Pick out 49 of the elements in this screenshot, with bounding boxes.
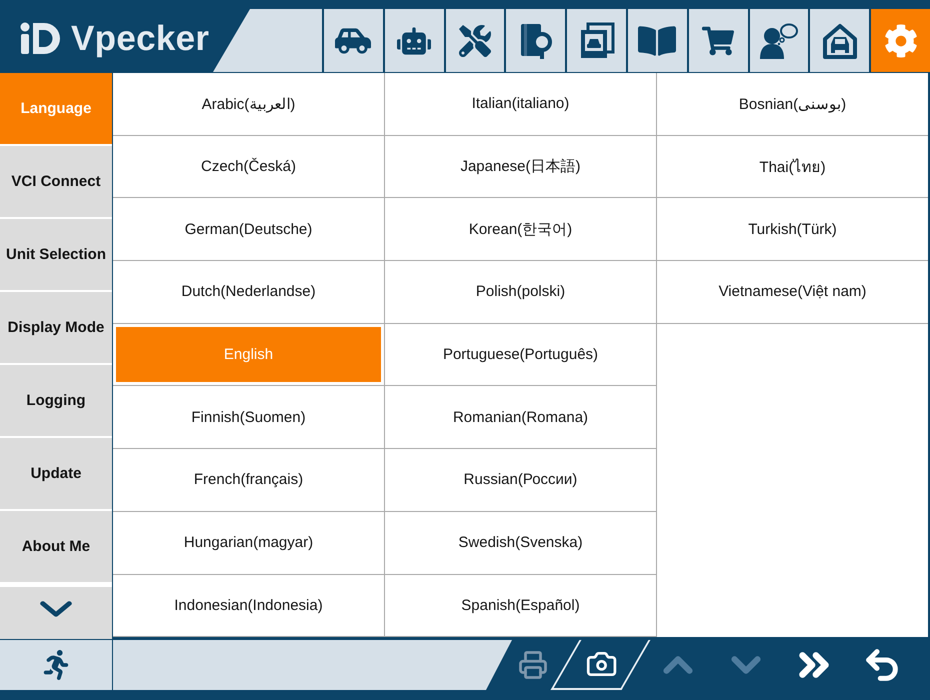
car-photo-icon — [578, 22, 615, 60]
language-option[interactable]: Arabic(العربية) — [116, 76, 381, 132]
language-option[interactable]: Bosnian(بوسنى) — [660, 76, 925, 132]
language-option[interactable]: Thai(ไทย) — [660, 138, 925, 194]
sidebar-item[interactable]: VCI Connect — [0, 146, 112, 217]
toolbar-tab[interactable] — [506, 9, 566, 72]
language-option[interactable]: Vietnamese(Việt nam) — [660, 264, 925, 320]
language-option[interactable]: Indonesian(Indonesia) — [116, 578, 381, 634]
settings-icon — [884, 24, 918, 58]
language-option[interactable]: Romanian(Romana) — [388, 389, 653, 446]
toolbar-tab[interactable] — [446, 9, 504, 72]
sidebar-item[interactable]: Unit Selection — [0, 219, 112, 290]
language-option[interactable]: Dutch(Nederlandse) — [116, 264, 381, 320]
toolbar-tab[interactable] — [324, 9, 383, 72]
person-thought-icon — [758, 22, 799, 60]
language-option[interactable]: Spanish(Español) — [388, 578, 653, 634]
toolbar-tab[interactable] — [750, 9, 808, 72]
book-magnifier-icon — [518, 22, 553, 60]
printer-icon — [518, 650, 548, 680]
toolbar-tab[interactable] — [688, 9, 748, 72]
language-option[interactable]: Polish(polski) — [388, 264, 653, 320]
camera-button[interactable] — [550, 640, 650, 690]
sidebar-item[interactable]: Logging — [0, 365, 112, 436]
language-option[interactable]: Japanese(日本語) — [388, 138, 653, 194]
toolbar-tab[interactable] — [628, 9, 687, 72]
language-option[interactable]: Portuguese(Português) — [388, 326, 653, 382]
toolbar-tab[interactable] — [384, 9, 444, 72]
language-option[interactable]: Turkish(Türk) — [660, 201, 925, 258]
tools-icon — [458, 24, 491, 56]
sidebar-item[interactable]: Update — [0, 438, 112, 509]
toolbar-tab[interactable] — [810, 9, 870, 72]
language-option[interactable]: Hungarian(magyar) — [116, 514, 381, 570]
language-option[interactable]: Swedish(Svenska) — [388, 514, 653, 570]
language-option[interactable]: French(français) — [116, 452, 381, 508]
toolbar-tab[interactable] — [567, 9, 626, 72]
exit-button[interactable] — [0, 640, 112, 690]
language-option[interactable]: German(Deutsche) — [116, 201, 381, 258]
sidebar-item[interactable]: About Me — [0, 511, 112, 582]
cart-icon — [702, 24, 734, 56]
language-option[interactable]: Italian(italiano) — [388, 76, 653, 132]
sidebar-more-button[interactable] — [0, 587, 112, 639]
sidebar-item[interactable]: Display Mode — [0, 292, 112, 363]
running-person-icon — [41, 650, 71, 680]
language-option[interactable]: Finnish(Suomen) — [116, 389, 381, 446]
garage-icon — [820, 22, 859, 60]
language-option[interactable]: Korean(한국어) — [388, 201, 653, 258]
language-option[interactable]: Russian(России) — [388, 452, 653, 508]
brand-name: Vpecker — [71, 19, 210, 59]
language-option[interactable]: Czech(Česká) — [116, 138, 381, 194]
